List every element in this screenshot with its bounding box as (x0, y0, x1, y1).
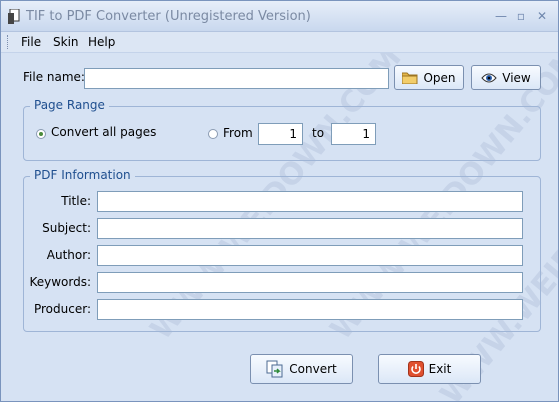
title-input[interactable] (97, 191, 523, 212)
keywords-label: Keywords: (29, 275, 91, 289)
toolbar-grip-icon (7, 35, 11, 49)
convert-all-pages-label[interactable]: Convert all pages (51, 125, 156, 139)
page-range-legend: Page Range (30, 98, 109, 112)
view-button-label: View (502, 70, 531, 85)
author-input[interactable] (97, 245, 523, 266)
title-value (98, 192, 522, 196)
file-name-input[interactable] (84, 68, 389, 89)
author-value (98, 246, 522, 250)
convert-button[interactable]: Convert (250, 354, 353, 384)
menu-file[interactable]: File (21, 35, 41, 49)
close-icon[interactable]: ✕ (534, 8, 550, 24)
to-label: to (312, 126, 325, 140)
convert-button-label: Convert (289, 362, 337, 376)
file-name-value (85, 69, 388, 73)
producer-value (98, 300, 522, 304)
keywords-value (98, 273, 522, 277)
file-name-label: File name: (23, 70, 85, 84)
producer-input[interactable] (97, 299, 523, 320)
to-page-input[interactable]: 1 (331, 123, 376, 145)
pdf-information-legend: PDF Information (30, 168, 135, 182)
eye-icon (481, 73, 497, 82)
title-bar: TIF to PDF Converter (Unregistered Versi… (1, 1, 558, 32)
menu-skin[interactable]: Skin (53, 35, 79, 49)
exit-button[interactable]: Exit (378, 354, 481, 384)
subject-input[interactable] (97, 218, 523, 239)
app-window: WWW.WEIDOWN.COM WWW.WEIDOWN.COM WWW.WEID… (0, 0, 559, 402)
view-button[interactable]: View (471, 65, 541, 90)
subject-label: Subject: (42, 221, 91, 235)
open-button-label: Open (423, 70, 456, 85)
exit-button-label: Exit (428, 362, 452, 376)
subject-value (98, 219, 522, 223)
title-label: Title: (61, 194, 91, 208)
producer-label: Producer: (33, 302, 91, 316)
from-label[interactable]: From (223, 126, 253, 140)
open-button[interactable]: Open (394, 65, 464, 90)
folder-icon (402, 72, 418, 84)
app-icon (8, 9, 20, 24)
from-page-input[interactable]: 1 (258, 123, 303, 145)
author-label: Author: (46, 248, 91, 262)
exit-icon (407, 361, 424, 377)
menu-help[interactable]: Help (88, 35, 115, 49)
convert-all-pages-radio[interactable] (36, 129, 46, 139)
minimize-icon[interactable]: — (493, 8, 509, 24)
page-range-from-radio[interactable] (208, 129, 218, 139)
keywords-input[interactable] (97, 272, 523, 293)
menu-bar: File Skin Help (1, 32, 558, 53)
window-title: TIF to PDF Converter (Unregistered Versi… (26, 9, 311, 24)
maximize-icon[interactable]: ▫ (513, 8, 529, 24)
convert-icon (266, 360, 283, 378)
